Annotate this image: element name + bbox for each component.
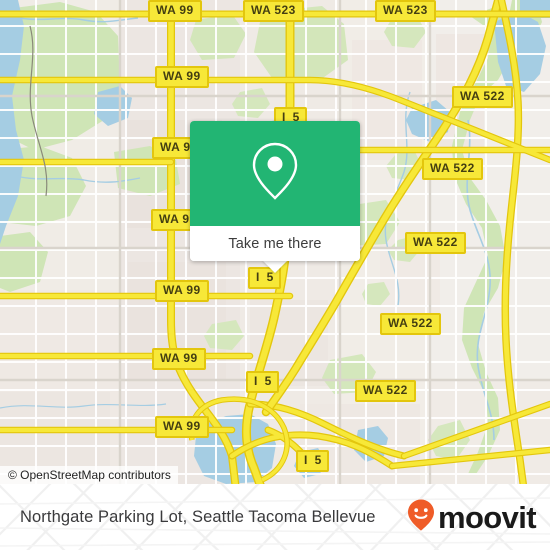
highway-shield: WA 522 bbox=[405, 232, 466, 254]
footer-bar: Northgate Parking Lot, Seattle Tacoma Be… bbox=[0, 484, 550, 550]
card-action-area[interactable]: Take me there bbox=[190, 226, 360, 261]
highway-shield: WA 522 bbox=[422, 158, 483, 180]
highway-shield: WA 99 bbox=[155, 66, 209, 88]
location-pin-icon bbox=[249, 140, 301, 207]
take-me-there-card[interactable]: Take me there bbox=[190, 121, 360, 261]
moovit-wordmark: moovit bbox=[437, 499, 537, 535]
highway-shield: I 5 bbox=[296, 450, 330, 472]
highway-shield: WA 99 bbox=[148, 0, 202, 22]
highway-shield: WA 522 bbox=[452, 86, 513, 108]
highway-shield: WA 522 bbox=[380, 313, 441, 335]
moovit-smiley-pin-icon bbox=[406, 498, 436, 537]
card-pin-area bbox=[190, 121, 360, 226]
moovit-map-share-card: WA 99 WA 523 WA 523 WA 99 WA 522 I 5 WA 99 WA 5… bbox=[0, 0, 550, 550]
card-pointer-tail bbox=[262, 260, 288, 273]
openstreetmap-attribution[interactable]: © OpenStreetMap contributors bbox=[0, 466, 178, 484]
highway-shield: WA 523 bbox=[243, 0, 304, 22]
moovit-logo[interactable]: moovit bbox=[406, 498, 537, 537]
highway-shield: WA 99 bbox=[155, 280, 209, 302]
highway-shield: WA 99 bbox=[152, 348, 206, 370]
place-title: Northgate Parking Lot, Seattle Tacoma Be… bbox=[20, 507, 376, 526]
highway-shield: WA 99 bbox=[155, 416, 209, 438]
take-me-there-label: Take me there bbox=[228, 235, 322, 252]
highway-shield: I 5 bbox=[246, 371, 280, 393]
highway-shield: WA 523 bbox=[375, 0, 436, 22]
highway-shield: WA 522 bbox=[355, 380, 416, 402]
map-canvas[interactable]: WA 99 WA 523 WA 523 WA 99 WA 522 I 5 WA 99 WA 5… bbox=[0, 0, 550, 484]
